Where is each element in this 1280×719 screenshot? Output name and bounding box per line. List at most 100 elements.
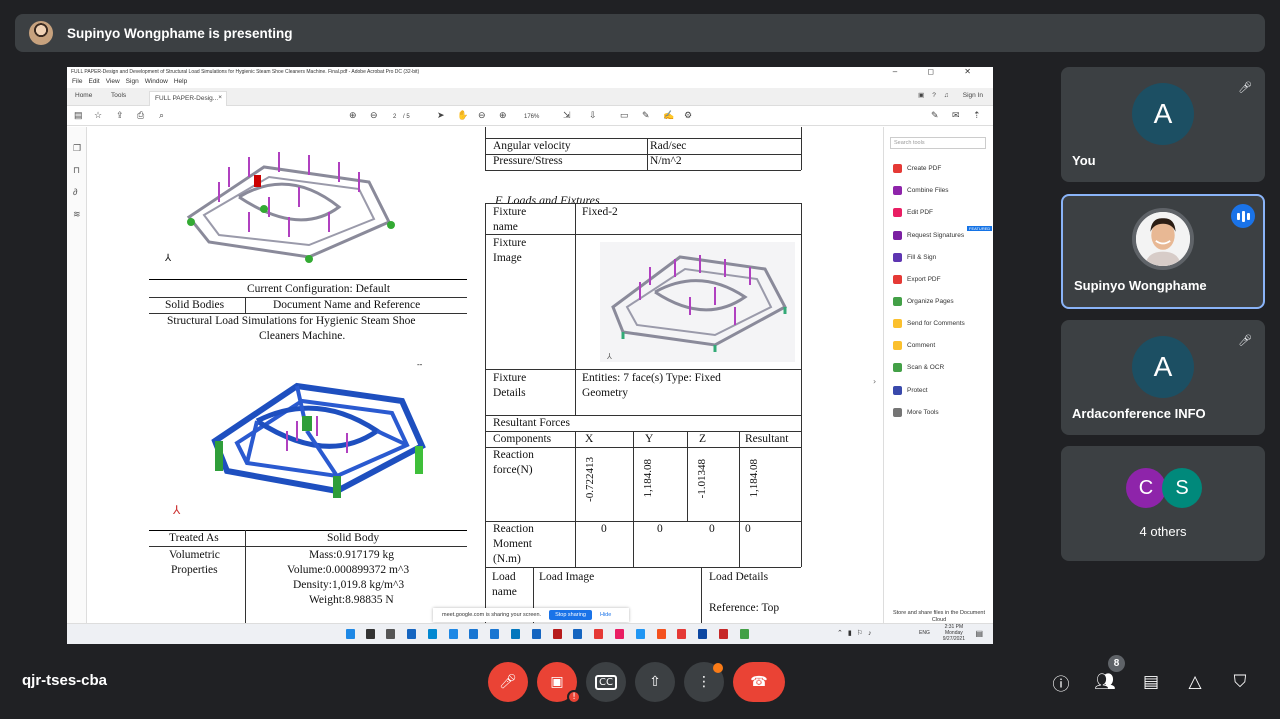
captions-button[interactable]: CC — [586, 662, 626, 702]
tab-close-icon[interactable]: × — [218, 94, 222, 101]
print-icon[interactable]: ⎙ — [137, 110, 144, 121]
density-value: Density:1,019.8 kg/m^3 — [293, 579, 405, 591]
tool-scan-ocr[interactable]: Scan & OCR — [893, 363, 944, 372]
notification-icon[interactable]: ▤ — [975, 629, 983, 638]
menu-view[interactable]: View — [106, 78, 120, 86]
pages-icon[interactable]: ❐ — [73, 143, 81, 154]
photoshop-icon[interactable] — [573, 629, 582, 639]
present-button[interactable]: ⇧ — [635, 662, 675, 702]
menu-file[interactable]: File — [72, 78, 82, 86]
mail-icon[interactable]: ✉ — [952, 110, 960, 121]
hide-button[interactable]: Hide — [600, 612, 611, 618]
page-current[interactable]: 2 — [393, 112, 396, 123]
app-icon-1[interactable] — [469, 629, 478, 639]
more-vert-icon: ⋮ — [697, 674, 711, 690]
tab-document[interactable]: FULL PAPER-Desig... × — [149, 91, 227, 106]
layers-icon[interactable]: ≋ — [73, 209, 81, 220]
start-icon[interactable] — [346, 629, 355, 639]
participant-tile-ardaconference[interactable]: A 🎤︎ Ardaconference INFO — [1061, 320, 1265, 435]
upload-icon[interactable]: ⇪ — [116, 110, 124, 121]
bell-icon[interactable]: ♫ — [944, 92, 949, 99]
cursor-icon[interactable]: ➤ — [437, 110, 445, 121]
pen-icon[interactable]: ✎ — [642, 110, 650, 121]
menu-sign[interactable]: Sign — [126, 78, 139, 86]
tool-protect[interactable]: Protect — [893, 386, 928, 395]
share-icon[interactable]: ⇡ — [973, 110, 981, 121]
window-controls[interactable]: – ◻ ✕ — [893, 67, 985, 76]
expand-pane-icon[interactable]: › — [873, 377, 876, 386]
comment-icon[interactable]: ▭ — [620, 110, 629, 121]
menu-edit[interactable]: Edit — [88, 78, 99, 86]
task-view-icon[interactable] — [386, 629, 395, 639]
tab-home[interactable]: Home — [75, 92, 92, 99]
tray-icons[interactable]: ⌃▮⚐♪ — [837, 629, 877, 637]
attach-icon[interactable]: ✎ — [931, 110, 939, 121]
scroll-mode-icon[interactable]: ⇩ — [589, 110, 597, 121]
zoom-in-icon[interactable]: ⊕ — [499, 110, 507, 121]
mic-toggle-button[interactable]: 🎤︎ — [488, 662, 528, 702]
bookmark-icon[interactable]: ☆ — [94, 110, 102, 121]
unit-value-1: N/m^2 — [650, 155, 682, 167]
fixture-name-value: Fixed-2 — [582, 206, 618, 218]
save-icon[interactable]: ▤ — [74, 110, 83, 121]
bookmarks-icon[interactable]: ⊓ — [73, 165, 80, 176]
sign-icon[interactable]: ✍ — [663, 110, 674, 121]
end-call-button[interactable]: ☎ — [733, 662, 785, 702]
host-controls-button[interactable]: ⛉ — [1227, 669, 1253, 695]
participant-tile-you[interactable]: A 🎤︎ You — [1061, 67, 1265, 182]
sign-in-button[interactable]: Sign In — [963, 92, 983, 99]
app-icon-7[interactable] — [698, 629, 707, 639]
explorer-icon[interactable] — [449, 629, 458, 639]
tab-tools[interactable]: Tools — [111, 92, 126, 99]
tool-export-pdf[interactable]: Export PDF — [893, 275, 941, 284]
meeting-details-button[interactable]: ⓘ — [1048, 669, 1074, 695]
zoom-level[interactable]: 176% — [524, 112, 539, 123]
tool-edit-pdf[interactable]: Edit PDF — [893, 208, 933, 217]
search-icon[interactable] — [366, 629, 375, 639]
taskbar-clock[interactable]: 2:31 PM Monday 9/27/2021 — [943, 624, 965, 642]
page-up-icon[interactable]: ⊕ — [349, 110, 357, 121]
menu-window[interactable]: Window — [145, 78, 168, 86]
people-button[interactable]: 👥︎ 8 — [1092, 655, 1125, 695]
activities-button[interactable]: △ — [1182, 669, 1208, 695]
tool-organize-pages[interactable]: Organize Pages — [893, 297, 954, 306]
edge-icon[interactable] — [428, 629, 437, 639]
search-tools-input[interactable]: Search tools — [890, 137, 986, 149]
stop-sharing-button[interactable]: Stop sharing — [549, 610, 592, 620]
acrobat-icon[interactable] — [677, 629, 686, 639]
fit-page-icon[interactable]: ⇲ — [563, 110, 571, 121]
tool-create-pdf[interactable]: Create PDF — [893, 164, 941, 173]
hand-icon[interactable]: ✋ — [457, 110, 468, 121]
language-indicator[interactable]: ENG — [919, 630, 930, 636]
app-icon-6[interactable] — [636, 629, 645, 639]
tool-comment[interactable]: Comment — [893, 341, 935, 350]
app-icon-2[interactable] — [490, 629, 499, 639]
chat-icon[interactable]: ▣ — [918, 91, 924, 99]
camera-toggle-button[interactable]: ▣! — [537, 662, 581, 704]
app-icon-5[interactable] — [615, 629, 624, 639]
participant-tile-others[interactable]: C S 4 others — [1061, 446, 1265, 561]
widgets-icon[interactable] — [407, 629, 416, 639]
tool-combine-files[interactable]: Combine Files — [893, 186, 949, 195]
tool-request-signatures[interactable]: Request Signatures FEATURED — [893, 226, 993, 240]
chat-button[interactable]: ▤ — [1138, 669, 1164, 695]
powerpoint-icon[interactable] — [657, 629, 666, 639]
help-icon[interactable]: ? — [932, 92, 936, 99]
zoom-search-icon[interactable]: ⌕ — [159, 110, 164, 121]
zoom-out-icon[interactable]: ⊖ — [478, 110, 486, 121]
attachments-icon[interactable]: ∂ — [73, 187, 77, 197]
word-icon[interactable] — [532, 629, 541, 639]
participant-tile-presenter[interactable]: Supinyo Wongphame — [1061, 194, 1265, 309]
more-tools-icon[interactable]: ⚙ — [684, 110, 692, 121]
tool-more-tools[interactable]: More Tools — [893, 408, 939, 417]
app-icon-3[interactable] — [511, 629, 520, 639]
tool-fill-sign[interactable]: Fill & Sign — [893, 253, 936, 262]
more-options-button[interactable]: ⋮ — [684, 662, 724, 702]
tool-send-comments[interactable]: Send for Comments — [893, 319, 965, 328]
page-down-icon[interactable]: ⊖ — [370, 110, 378, 121]
menu-help[interactable]: Help — [174, 78, 187, 86]
app-icon-8[interactable] — [719, 629, 728, 639]
app-icon-4[interactable] — [594, 629, 603, 639]
line-icon[interactable] — [740, 629, 749, 639]
illustrator-icon[interactable] — [553, 629, 562, 639]
